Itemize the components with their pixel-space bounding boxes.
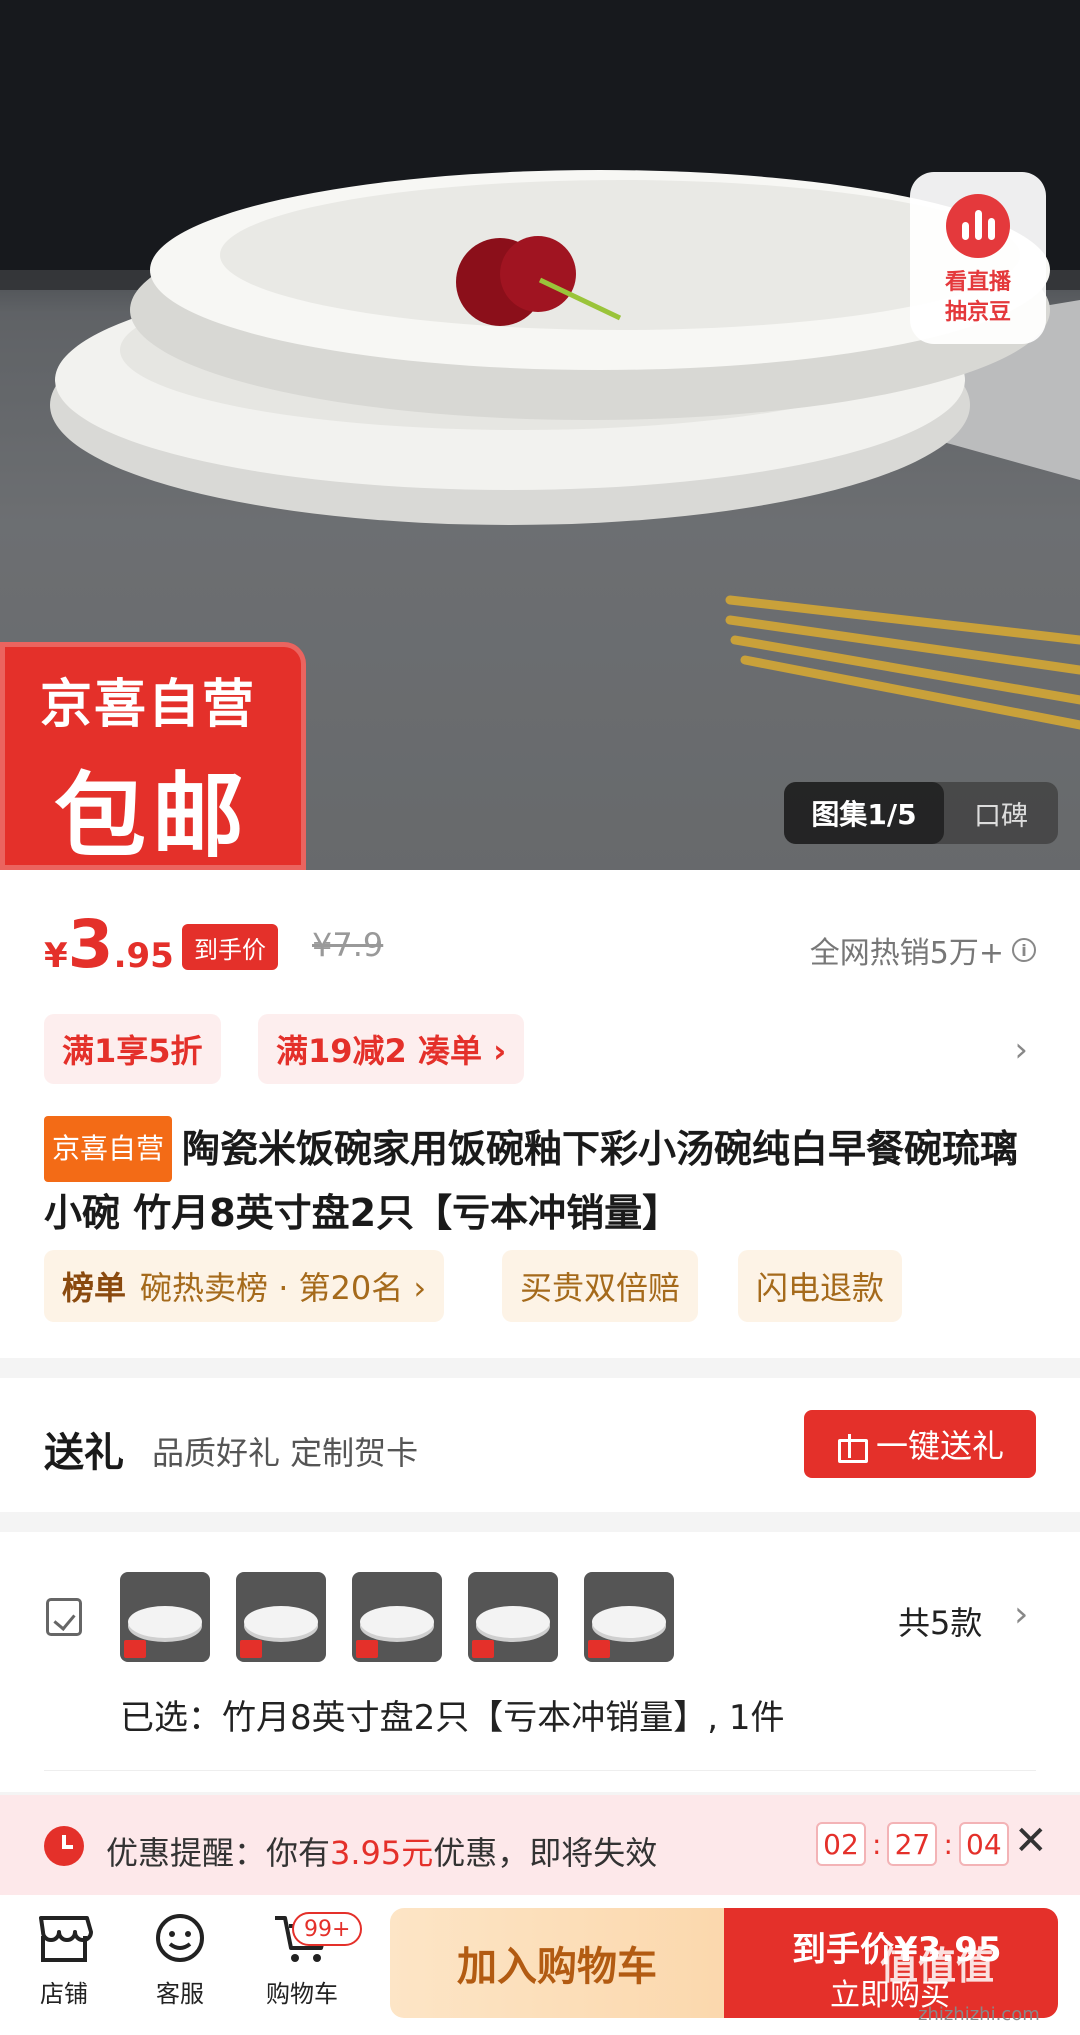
countdown-minutes: 27 [887,1822,938,1866]
badge-shipping-text: 包邮 [54,763,251,870]
store-tag: 京喜自营 [44,1116,173,1182]
gift-subtitle: 品质好礼 定制贺卡 [152,1434,419,1472]
countdown-hours: 02 [816,1822,866,1866]
ranking-text: 碗热卖榜 · 第20名 › [140,1269,427,1307]
variant-thumb[interactable] [468,1572,558,1662]
countdown-seconds: 04 [958,1822,1009,1866]
promo-discount-combine[interactable]: 满19减2 凑单 › [258,1014,525,1084]
service-label: 客服 [156,1980,204,2008]
reminder-prefix: 优惠提醒：你有 [106,1834,331,1872]
selection-icon [46,1598,82,1636]
variant-card [0,1532,1080,1792]
store-label: 店铺 [40,1980,88,2008]
variant-thumb[interactable] [352,1572,442,1662]
product-title: 京喜自营 陶瓷米饭碗家用饭碗釉下彩小汤碗纯白早餐碗琉璃小碗 竹月8英寸盘2只【亏本… [44,1116,1044,1244]
info-icon[interactable]: i [1012,938,1036,962]
price: ¥ 3 .95 [44,912,174,978]
send-gift-button[interactable]: 一键送礼 [804,1410,1036,1478]
ranking-tag[interactable]: 榜单 碗热卖榜 · 第20名 › [44,1250,445,1322]
gift-title: 送礼 [44,1430,124,1476]
price-decimal: .95 [113,936,174,976]
clock-icon [44,1826,84,1866]
watermark-logo: 值值值 [880,1944,995,1988]
product-hero-image[interactable]: 看直播 抽京豆 京喜自营 包邮 图集1/5 口碑 [0,0,1080,870]
gallery-switcher[interactable]: 图集1/5 口碑 [784,782,1058,844]
fast-refund-tag[interactable]: 闪电退款 [738,1250,903,1322]
variant-thumb[interactable] [120,1572,210,1662]
gallery-tab-images[interactable]: 图集1/5 [784,782,944,844]
add-to-cart-button[interactable]: 加入购物车 [390,1908,724,2018]
divider [44,1770,1036,1771]
original-price: ¥7.9 [312,926,384,964]
ranking-label: 榜单 [62,1269,127,1307]
live-label: 看直播 抽京豆 [945,268,1011,328]
variant-thumb[interactable] [584,1572,674,1662]
price-integer: 3 [67,906,114,983]
cart-count-badge: 99+ [292,1912,363,1946]
store-icon [35,1912,93,1964]
variant-chevron-icon[interactable]: › [1014,1594,1028,1635]
live-label-line2: 抽京豆 [944,300,1011,325]
promo-half-price[interactable]: 满1享5折 [44,1014,221,1084]
live-icon [946,194,1010,258]
service-icon [151,1912,209,1964]
product-page: 看直播 抽京豆 京喜自营 包邮 图集1/5 口碑 ¥ 3 .95 到手价 ¥7.… [0,0,1080,2035]
gift-icon [836,1430,868,1463]
live-stream-button[interactable]: 看直播 抽京豆 [910,172,1046,344]
badge-store-text: 京喜自营 [40,675,257,735]
price-currency: ¥ [44,936,68,976]
variant-thumb[interactable] [236,1572,326,1662]
cart-label: 购物车 [266,1980,338,2008]
variant-count[interactable]: 共5款 [898,1598,982,1644]
live-label-line1: 看直播 [944,270,1011,295]
final-price-tag: 到手价 [182,924,278,970]
service-button[interactable]: 客服 [130,1912,230,2009]
sales-volume-text: 全网热销5万+ [809,936,1004,971]
store-button[interactable]: 店铺 [14,1912,114,2009]
price-guarantee-tag[interactable]: 买贵双倍赔 [502,1250,699,1322]
promos-chevron-icon[interactable]: › [1014,1030,1028,1070]
close-icon[interactable]: ✕ [1014,1818,1048,1864]
reminder-text: 优惠提醒：你有3.95元优惠，即将失效 [106,1828,657,1874]
watermark-url: zhizhizhi.com [918,2004,1040,2025]
countdown-timer: 02 : 27 : 04 [816,1822,1009,1866]
free-shipping-badge: 京喜自营 包邮 [0,642,306,870]
product-title-text: 陶瓷米饭碗家用饭碗釉下彩小汤碗纯白早餐碗琉璃小碗 竹月8英寸盘2只【亏本冲销量】 [44,1127,1019,1235]
reminder-amount: 3.95元 [330,1834,434,1872]
selected-variant[interactable]: 已选：竹月8英寸盘2只【亏本冲销量】, 1件 [120,1690,785,1739]
reminder-suffix: 优惠，即将失效 [433,1834,658,1872]
send-gift-label: 一键送礼 [875,1427,1004,1465]
gallery-tab-reviews[interactable]: 口碑 [944,794,1058,833]
sales-volume[interactable]: 全网热销5万+ i [810,928,1036,972]
